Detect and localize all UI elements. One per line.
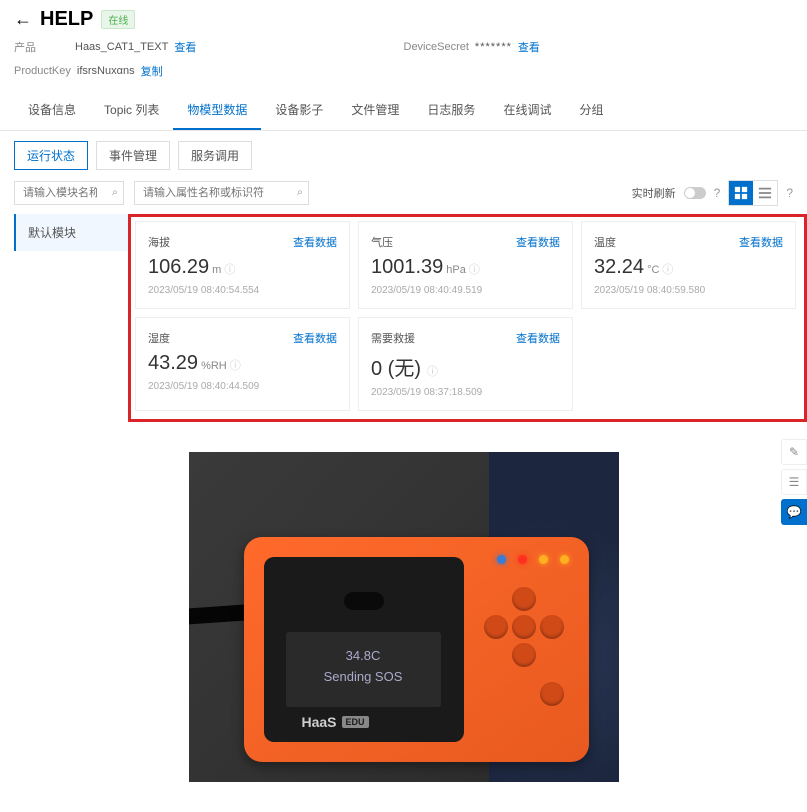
realtime-refresh-label: 实时刷新	[632, 185, 676, 201]
device-lcd-line1: 34.8C	[296, 646, 431, 667]
card-value: 43.29	[148, 352, 198, 375]
card-property-name: 需要救援	[371, 330, 415, 346]
card-unit: m	[212, 264, 221, 276]
sidebar-item-default-module[interactable]: 默认模块	[14, 214, 128, 251]
card-property-name: 海拔	[148, 234, 170, 250]
status-badge: 在线	[101, 10, 135, 29]
property-card: 气压 查看数据 1001.39hPaⓘ 2023/05/19 08:40:49.519	[358, 221, 573, 309]
info-icon[interactable]: ⓘ	[224, 261, 235, 277]
card-timestamp: 2023/05/19 08:40:44.509	[148, 381, 337, 392]
device-lcd-line2: Sending SOS	[296, 667, 431, 688]
list-icon	[758, 186, 772, 200]
card-unit: °C	[647, 264, 659, 276]
device-edition: EDU	[342, 716, 369, 728]
card-property-name: 气压	[371, 234, 393, 250]
search-icon[interactable]: ⌕	[112, 187, 118, 200]
side-chat-button[interactable]: 💬	[781, 499, 807, 525]
sub-tab-running-status[interactable]: 运行状态	[14, 141, 88, 170]
led-blue-icon	[497, 555, 506, 564]
tab-device-info[interactable]: 设备信息	[14, 91, 90, 130]
sub-tab-event-management[interactable]: 事件管理	[96, 141, 170, 170]
card-property-name: 湿度	[148, 330, 170, 346]
card-timestamp: 2023/05/19 08:40:54.554	[148, 285, 337, 296]
dpad-center-button	[512, 615, 536, 639]
device-secret-value: *******	[475, 41, 512, 53]
module-sidebar: 默认模块	[14, 214, 128, 422]
tab-file-management[interactable]: 文件管理	[337, 91, 413, 130]
card-view-data-link[interactable]: 查看数据	[516, 330, 560, 346]
info-icon[interactable]: ⓘ	[469, 261, 480, 277]
card-value: 1001.39	[371, 256, 443, 279]
card-unit: %RH	[201, 360, 227, 372]
info-icon[interactable]: ⓘ	[427, 363, 438, 379]
card-value: 32.24	[594, 256, 644, 279]
card-unit: hPa	[446, 264, 466, 276]
property-card: 湿度 查看数据 43.29%RHⓘ 2023/05/19 08:40:44.509	[135, 317, 350, 411]
property-card: 海拔 查看数据 106.29mⓘ 2023/05/19 08:40:54.554	[135, 221, 350, 309]
card-view-data-link[interactable]: 查看数据	[293, 234, 337, 250]
side-list-button[interactable]: ☰	[781, 469, 807, 495]
tab-thing-model-data[interactable]: 物模型数据	[173, 91, 261, 130]
tab-groups[interactable]: 分组	[565, 91, 617, 130]
dpad-up-button	[512, 587, 536, 611]
tab-topic-list[interactable]: Topic 列表	[90, 91, 173, 130]
realtime-refresh-toggle[interactable]	[684, 187, 706, 199]
device-photo: 34.8C Sending SOS HaaS EDU	[0, 422, 807, 812]
back-arrow-icon[interactable]: ←	[14, 9, 32, 30]
product-value: Haas_CAT1_TEXT	[75, 41, 168, 53]
dpad-down-button	[512, 643, 536, 667]
search-icon[interactable]: ⌕	[297, 187, 303, 200]
dpad-extra-button	[540, 682, 564, 706]
tab-device-shadow[interactable]: 设备影子	[261, 91, 337, 130]
info-icon[interactable]: ⓘ	[230, 357, 241, 373]
product-view-link[interactable]: 查看	[174, 39, 196, 55]
sub-tabs: 运行状态 事件管理 服务调用	[0, 131, 807, 180]
property-search-input[interactable]	[134, 181, 309, 205]
led-amber-icon	[539, 555, 548, 564]
property-card: 温度 查看数据 32.24°Cⓘ 2023/05/19 08:40:59.580	[581, 221, 796, 309]
card-view-data-link[interactable]: 查看数据	[739, 234, 783, 250]
device-brand: HaaS	[302, 714, 337, 730]
main-tabs: 设备信息 Topic 列表 物模型数据 设备影子 文件管理 日志服务 在线调试 …	[0, 91, 807, 131]
card-value: 106.29	[148, 256, 209, 279]
productkey-label: ProductKey	[14, 65, 71, 77]
card-view-data-link[interactable]: 查看数据	[516, 234, 560, 250]
property-cards-area: 海拔查看数据106.29mⓘ2023/05/19 08:40:54.554气压查…	[128, 214, 807, 422]
card-view-data-link[interactable]: 查看数据	[293, 330, 337, 346]
help-icon[interactable]: ?	[714, 186, 721, 200]
led-amber-icon	[560, 555, 569, 564]
productkey-copy-link[interactable]: 复制	[141, 63, 163, 79]
tab-log-service[interactable]: 日志服务	[413, 91, 489, 130]
productkey-value: ifsrsNuxαns	[77, 65, 135, 77]
dpad-right-button	[540, 615, 564, 639]
card-value: 0 (无)	[371, 352, 421, 381]
property-card: 需要救援 查看数据 0 (无) ⓘ 2023/05/19 08:37:18.509	[358, 317, 573, 411]
help-icon[interactable]: ?	[786, 186, 793, 200]
sub-tab-service-call[interactable]: 服务调用	[178, 141, 252, 170]
device-secret-view-link[interactable]: 查看	[518, 39, 540, 55]
dpad-left-button	[484, 615, 508, 639]
card-timestamp: 2023/05/19 08:40:49.519	[371, 285, 560, 296]
info-icon[interactable]: ⓘ	[662, 261, 673, 277]
card-property-name: 温度	[594, 234, 616, 250]
led-red-icon	[518, 555, 527, 564]
side-edit-button[interactable]: ✎	[781, 439, 807, 465]
tab-online-debug[interactable]: 在线调试	[489, 91, 565, 130]
card-timestamp: 2023/05/19 08:40:59.580	[594, 285, 783, 296]
grid-view-button[interactable]	[729, 181, 753, 205]
product-label: 产品	[14, 39, 69, 55]
device-secret-label: DeviceSecret	[404, 41, 469, 53]
module-search-input[interactable]	[14, 181, 124, 205]
card-timestamp: 2023/05/19 08:37:18.509	[371, 387, 560, 398]
page-title: HELP	[40, 8, 93, 31]
grid-icon	[734, 186, 748, 200]
list-view-button[interactable]	[753, 181, 777, 205]
